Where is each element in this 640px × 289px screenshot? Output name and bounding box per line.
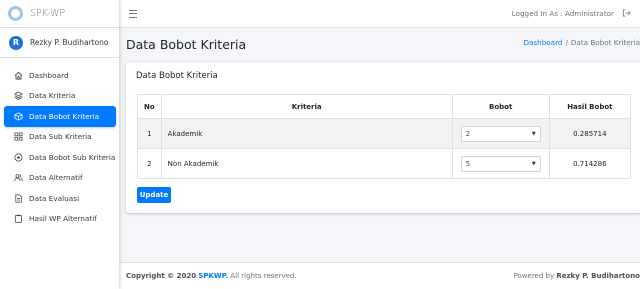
sidebar-item-label: Data Alternatif: [29, 173, 83, 183]
cell-no: 2: [137, 148, 162, 179]
column-header-kriteria: Kriteria: [160, 94, 453, 119]
copyright-text: Copyright © 2020: [126, 272, 197, 280]
table-header-row: No Kriteria Bobot Hasil Bobot: [137, 94, 632, 119]
cube-icon: [14, 112, 23, 121]
cell-bobot: 5 ▼: [451, 148, 550, 179]
cell-hasil-bobot: 0.285714: [548, 118, 632, 149]
bobot-table: No Kriteria Bobot Hasil Bobot 1 Akademik…: [137, 94, 632, 179]
sidebar-item-hasil-wp-alternatif[interactable]: Hasil WP Alternatif: [4, 209, 116, 230]
sidebar: SPK-WP R Rezky P. Budihartono Dashboard …: [0, 0, 119, 289]
bobot-select-value: 2: [465, 129, 471, 138]
sidebar-item-label: Data Kriteria: [29, 91, 76, 101]
cell-kriteria: Non Akademik: [160, 148, 453, 179]
sidebar-item-data-evaluasi[interactable]: Data Evaluasi: [4, 188, 116, 209]
table-row: 2 Non Akademik 5 ▼ 0.714286: [137, 148, 632, 179]
cell-hasil-bobot: 0.714286: [548, 148, 632, 179]
footer-copyright: Copyright © 2020 SPKWP. All rights reser…: [126, 272, 297, 280]
avatar: R: [9, 35, 23, 50]
users-icon: [14, 173, 23, 182]
logged-in-label: Logged In As : Administrator: [511, 9, 614, 18]
menu-toggle-icon[interactable]: [129, 9, 137, 18]
bobot-select-value: 5: [465, 159, 471, 168]
column-header-hasil-bobot: Hasil Bobot: [548, 94, 632, 119]
layers-icon: [14, 91, 23, 100]
table-row: 1 Akademik 2 ▼ 0.285714: [137, 118, 632, 149]
powered-by-text: Powered by: [513, 272, 555, 280]
brand-logo-icon: [8, 6, 23, 21]
sidebar-item-data-alternatif[interactable]: Data Alternatif: [4, 168, 116, 189]
chevron-down-icon: ▼: [531, 160, 536, 167]
footer-powered: Powered by Rezky P. Budihartono: [514, 272, 640, 280]
bobot-select[interactable]: 2 ▼: [460, 125, 541, 142]
page-title: Data Bobot Kriteria: [126, 37, 247, 52]
sidebar-item-data-bobot-kriteria[interactable]: Data Bobot Kriteria: [4, 106, 116, 127]
brand-name: SPK-WP: [30, 8, 66, 19]
home-icon: [14, 71, 23, 80]
sidebar-item-label: Data Sub Kriteria: [29, 132, 92, 142]
user-name: Rezky P. Budihartono: [30, 38, 109, 47]
sidebar-nav: Dashboard Data Kriteria Data Bobot Krite…: [0, 58, 119, 229]
target-icon: [14, 153, 23, 162]
cell-kriteria: Akademik: [160, 118, 453, 149]
grid-icon: [14, 132, 23, 141]
logout-icon[interactable]: [622, 8, 631, 18]
content-header: Data Bobot Kriteria Dashboard / Data Bobot…: [119, 28, 640, 60]
sidebar-item-data-kriteria[interactable]: Data Kriteria: [4, 86, 116, 107]
document-icon: [14, 194, 23, 203]
breadcrumb-dashboard-link[interactable]: Dashboard: [523, 38, 562, 47]
user-panel[interactable]: R Rezky P. Budihartono: [0, 28, 119, 58]
sidebar-item-label: Dashboard: [29, 70, 69, 80]
breadcrumb: Dashboard / Data Bobot Kriteria: [523, 38, 640, 47]
card-title: Data Bobot Kriteria: [136, 71, 218, 81]
powered-by-name: Rezky P. Budihartono: [556, 272, 640, 280]
column-header-no: No: [137, 94, 162, 119]
brand-link[interactable]: SPK-WP: [0, 0, 119, 28]
cell-no: 1: [137, 118, 162, 149]
sidebar-item-data-sub-kriteria[interactable]: Data Sub Kriteria: [4, 127, 116, 148]
breadcrumb-current: Data Bobot Kriteria: [570, 38, 640, 47]
sidebar-item-dashboard[interactable]: Dashboard: [4, 65, 116, 86]
breadcrumb-separator: /: [565, 38, 568, 47]
update-button[interactable]: Update: [137, 187, 171, 203]
sidebar-item-label: Data Bobot Kriteria: [29, 111, 100, 121]
cell-bobot: 2 ▼: [451, 118, 550, 149]
bobot-select[interactable]: 5 ▼: [460, 155, 541, 172]
top-navbar: Logged In As : Administrator: [119, 0, 640, 28]
footer-brand-link[interactable]: SPKWP.: [198, 272, 228, 280]
sidebar-item-label: Data Evaluasi: [29, 193, 80, 203]
rights-text: All rights reserved.: [230, 272, 297, 280]
sidebar-item-label: Data Bobot Sub Kriteria: [29, 152, 116, 162]
column-header-bobot: Bobot: [451, 94, 550, 119]
footer: Copyright © 2020 SPKWP. All rights reser…: [119, 262, 640, 289]
clipboard-icon: [14, 214, 23, 223]
bobot-kriteria-card: Data Bobot Kriteria No Kriteria Bobot Ha…: [126, 62, 640, 213]
sidebar-item-data-bobot-sub-kriteria[interactable]: Data Bobot Sub Kriteria: [4, 147, 116, 168]
sidebar-item-label: Hasil WP Alternatif: [29, 214, 97, 224]
chevron-down-icon: ▼: [531, 130, 536, 137]
